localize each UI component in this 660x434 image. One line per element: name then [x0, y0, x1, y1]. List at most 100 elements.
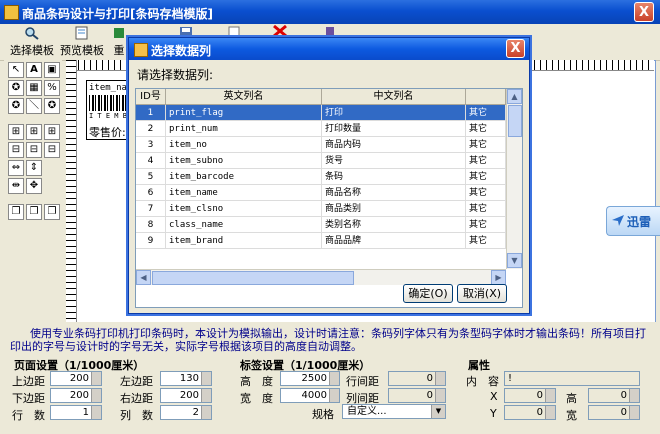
w-field[interactable]: 0: [588, 405, 640, 420]
label-height-field[interactable]: 2500: [280, 371, 340, 386]
select-pointer-tool-icon[interactable]: ↖: [8, 62, 24, 78]
scroll-right-icon[interactable]: ▶: [491, 270, 506, 285]
h-spinner[interactable]: [629, 389, 639, 402]
align-right-icon[interactable]: ⊞: [44, 124, 60, 140]
top-margin-spinner[interactable]: [91, 372, 101, 385]
cell-id: 4: [136, 153, 166, 169]
align-left-icon[interactable]: ⊞: [8, 124, 24, 140]
scroll-down-icon[interactable]: ▼: [507, 253, 522, 268]
cols-spinner[interactable]: [201, 406, 211, 419]
preview-price-label: 零售价:: [89, 126, 126, 139]
x-spinner[interactable]: [545, 389, 555, 402]
table-row[interactable]: 8 class_name 类别名称 其它: [136, 217, 506, 233]
content-field[interactable]: !: [504, 371, 640, 386]
table-row[interactable]: 3 item_no 商品内码 其它: [136, 137, 506, 153]
dialog-close-button[interactable]: X: [506, 39, 525, 58]
cell-cn: 商品名称: [322, 185, 466, 201]
cell-extra: 其它: [466, 137, 506, 153]
line-tool-icon[interactable]: ＼: [26, 98, 42, 114]
ok-button[interactable]: 确定(O): [403, 284, 453, 303]
spec-select[interactable]: 自定义... ▼: [342, 404, 446, 419]
y-spinner[interactable]: [545, 406, 555, 419]
space-vertical-icon[interactable]: ✥: [26, 178, 42, 194]
cell-extra: 其它: [466, 201, 506, 217]
space-horizontal-icon[interactable]: ⇹: [8, 178, 24, 194]
table-row[interactable]: 1 print_flag 打印 其它: [136, 105, 506, 121]
cell-cn: 条码: [322, 169, 466, 185]
vertical-scrollbar[interactable]: ▲ ▼: [506, 89, 522, 269]
table-tool-icon[interactable]: ▦: [26, 80, 42, 96]
cell-extra: 其它: [466, 153, 506, 169]
select-template-button[interactable]: 选择模板: [8, 26, 56, 58]
rows-field[interactable]: 1: [50, 405, 102, 420]
scroll-up-icon[interactable]: ▲: [507, 89, 522, 104]
table-row[interactable]: 2 print_num 打印数量 其它: [136, 121, 506, 137]
percent-tool-icon[interactable]: %: [44, 80, 60, 96]
label-height-spinner[interactable]: [329, 372, 339, 385]
rows-label: 行 数: [12, 409, 45, 422]
preview-barcode-text: I T E M B: [89, 112, 127, 120]
col-gap-spinner[interactable]: [435, 389, 445, 402]
horizontal-scroll-thumb[interactable]: [152, 271, 354, 285]
bring-front-icon[interactable]: ❐: [8, 204, 24, 220]
w-spinner[interactable]: [629, 406, 639, 419]
cell-extra: 其它: [466, 185, 506, 201]
col-gap-field[interactable]: 0: [388, 388, 446, 403]
table-row[interactable]: 4 item_subno 货号 其它: [136, 153, 506, 169]
left-margin-field[interactable]: 130: [160, 371, 212, 386]
horizontal-scrollbar[interactable]: ◀ ▶: [136, 269, 506, 285]
label-width-spinner[interactable]: [329, 389, 339, 402]
chevron-down-icon[interactable]: ▼: [431, 405, 445, 418]
rows-spinner[interactable]: [91, 406, 101, 419]
table-row[interactable]: 5 item_barcode 条码 其它: [136, 169, 506, 185]
table-row[interactable]: 9 item_brand 商品品牌 其它: [136, 233, 506, 249]
cancel-button[interactable]: 取消(X): [457, 284, 507, 303]
scroll-left-icon[interactable]: ◀: [136, 270, 151, 285]
col-header-id[interactable]: ID号: [136, 89, 166, 105]
table-row[interactable]: 7 item_clsno 商品类别 其它: [136, 201, 506, 217]
right-margin-field[interactable]: 200: [160, 388, 212, 403]
col-header-cn[interactable]: 中文列名: [322, 89, 466, 105]
x-field[interactable]: 0: [504, 388, 556, 403]
delete-icon[interactable]: [272, 24, 288, 38]
y-value: 0: [536, 407, 543, 418]
table-row[interactable]: 6 item_name 商品名称 其它: [136, 185, 506, 201]
h-field[interactable]: 0: [588, 388, 640, 403]
cell-id: 1: [136, 105, 166, 121]
same-height-icon[interactable]: ⇕: [26, 160, 42, 176]
left-margin-spinner[interactable]: [201, 372, 211, 385]
label-width-field[interactable]: 4000: [280, 388, 340, 403]
bottom-margin-field[interactable]: 200: [50, 388, 102, 403]
rows-value: 1: [82, 407, 89, 418]
send-back-icon[interactable]: ❐: [26, 204, 42, 220]
group-icon[interactable]: ❐: [44, 204, 60, 220]
align-bottom-icon[interactable]: ⊟: [44, 142, 60, 158]
text-tool-icon[interactable]: A: [26, 62, 42, 78]
y-field[interactable]: 0: [504, 405, 556, 420]
close-button[interactable]: X: [634, 2, 654, 22]
same-width-icon[interactable]: ⇔: [8, 160, 24, 176]
dialog-app-icon: [134, 43, 148, 57]
col-header-en[interactable]: 英文列名: [166, 89, 322, 105]
barcode-tool-icon[interactable]: ✪: [8, 80, 24, 96]
cell-en: print_num: [166, 121, 322, 137]
content-value: !: [508, 373, 513, 384]
cell-id: 3: [136, 137, 166, 153]
shape-tool-icon[interactable]: ✪: [8, 98, 24, 114]
vertical-scroll-thumb[interactable]: [508, 105, 522, 137]
row-gap-spinner[interactable]: [435, 372, 445, 385]
top-margin-field[interactable]: 200: [50, 371, 102, 386]
align-center-icon[interactable]: ⊞: [26, 124, 42, 140]
align-top-icon[interactable]: ⊟: [8, 142, 24, 158]
right-margin-spinner[interactable]: [201, 389, 211, 402]
row-gap-field[interactable]: 0: [388, 371, 446, 386]
field-tool-icon[interactable]: ✪: [44, 98, 60, 114]
align-middle-icon[interactable]: ⊟: [26, 142, 42, 158]
label-height-value: 2500: [301, 373, 327, 384]
side-widget[interactable]: 迅雷: [606, 206, 660, 236]
preview-template-button[interactable]: 预览模板: [58, 26, 106, 58]
refresh-button[interactable]: 重: [110, 26, 128, 58]
cols-field[interactable]: 2: [160, 405, 212, 420]
image-tool-icon[interactable]: ▣: [44, 62, 60, 78]
bottom-margin-spinner[interactable]: [91, 389, 101, 402]
